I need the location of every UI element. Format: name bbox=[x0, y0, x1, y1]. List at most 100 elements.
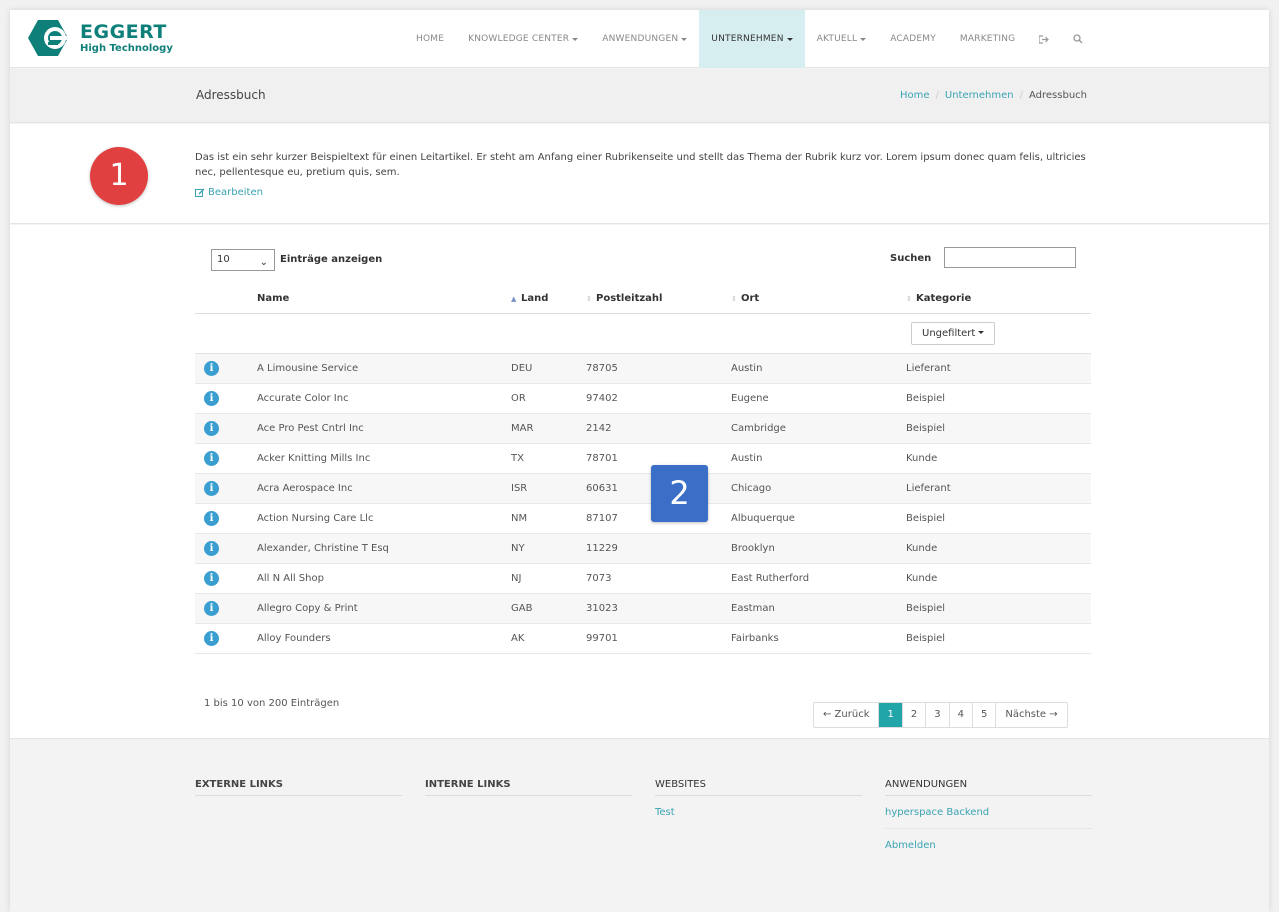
table-row[interactable]: i Action Nursing Care Llc NM 87107 Albuquerq… bbox=[195, 503, 1091, 534]
pagination-page-3[interactable]: 3 bbox=[926, 703, 950, 727]
sign-out-button[interactable] bbox=[1027, 10, 1061, 68]
nav-anwendungen[interactable]: ANWENDUNGEN bbox=[590, 10, 699, 68]
search-label: Suchen bbox=[890, 253, 932, 264]
cell-plz: 7073 bbox=[586, 563, 731, 594]
nav-knowledge-center[interactable]: KNOWLEDGE CENTER bbox=[456, 10, 590, 68]
info-icon[interactable]: i bbox=[204, 390, 219, 406]
pagination-prev[interactable]: ← Zurück bbox=[814, 703, 880, 727]
nav-label: ACADEMY bbox=[890, 34, 936, 44]
cell-plz: 78705 bbox=[586, 353, 731, 384]
brand-name: EGGERT bbox=[80, 20, 167, 43]
cell-name: A Limousine Service bbox=[257, 353, 511, 384]
table-row[interactable]: i Alexander, Christine T Esq NY 11229 Brookl… bbox=[195, 533, 1091, 564]
info-icon[interactable]: i bbox=[204, 630, 219, 646]
table-row[interactable]: i Ace Pro Pest Cntrl Inc MAR 2142 Cambridge B… bbox=[195, 413, 1091, 444]
eggert-logo-icon bbox=[28, 18, 76, 58]
sort-icon: ⇕ bbox=[906, 295, 912, 304]
cell-ort: Cambridge bbox=[731, 413, 906, 444]
intro-text: Das ist ein sehr kurzer Beispieltext für… bbox=[195, 152, 1086, 178]
nav-aktuell[interactable]: AKTUELL bbox=[805, 10, 879, 68]
table-row[interactable]: i Allegro Copy & Print GAB 31023 Eastman Beis… bbox=[195, 593, 1091, 624]
footer-link-test[interactable]: Test bbox=[655, 796, 862, 828]
footer-link-hyperspace-backend[interactable]: hyperspace Backend bbox=[885, 796, 1092, 828]
cell-kategorie: Kunde bbox=[906, 533, 1091, 564]
info-icon[interactable]: i bbox=[204, 420, 219, 436]
info-cell: i bbox=[195, 443, 257, 474]
footer-heading: ANWENDUNGEN bbox=[885, 774, 1092, 796]
table-row[interactable]: i Alloy Founders AK 99701 Fairbanks Beispiel bbox=[195, 623, 1091, 654]
logo[interactable]: EGGERT High Technology bbox=[28, 18, 173, 58]
filter-row: Ungefiltert bbox=[195, 313, 1091, 354]
breadcrumb-home[interactable]: Home bbox=[900, 90, 930, 101]
cell-kategorie: Kunde bbox=[906, 563, 1091, 594]
table-row[interactable]: i Acker Knitting Mills Inc TX 78701 Austin Ku… bbox=[195, 443, 1091, 474]
pagination-page-5[interactable]: 5 bbox=[973, 703, 997, 727]
breadcrumb-unternehmen[interactable]: Unternehmen bbox=[945, 90, 1014, 101]
main-nav: HOME KNOWLEDGE CENTER ANWENDUNGEN UNTERN… bbox=[404, 10, 1095, 68]
chevron-down-icon: ⌄ bbox=[259, 257, 268, 268]
filter-cell bbox=[511, 313, 586, 354]
table-row[interactable]: i All N All Shop NJ 7073 East Rutherford Kund… bbox=[195, 563, 1091, 594]
nav-label: KNOWLEDGE CENTER bbox=[468, 34, 570, 44]
cell-kategorie: Lieferant bbox=[906, 353, 1091, 384]
nav-marketing[interactable]: MARKETING bbox=[948, 10, 1027, 68]
info-icon[interactable]: i bbox=[204, 450, 219, 466]
table-row[interactable]: i Accurate Color Inc OR 97402 Eugene Beispiel bbox=[195, 383, 1091, 414]
table-row[interactable]: i A Limousine Service DEU 78705 Austin Liefer… bbox=[195, 353, 1091, 384]
sort-icon: ⇕ bbox=[731, 295, 737, 304]
sort-asc-icon: ▲ bbox=[511, 295, 517, 304]
info-icon[interactable]: i bbox=[204, 360, 219, 376]
footer-heading: INTERNE LINKS bbox=[425, 774, 632, 796]
info-icon[interactable]: i bbox=[204, 510, 219, 526]
info-icon[interactable]: i bbox=[204, 600, 219, 616]
pagination-next[interactable]: Nächste → bbox=[996, 703, 1066, 727]
breadcrumb: Home / Unternehmen / Adressbuch bbox=[900, 90, 1087, 101]
search-input[interactable] bbox=[944, 247, 1076, 268]
annotation-badge-1: 1 bbox=[90, 147, 148, 205]
table-row[interactable]: i Acra Aerospace Inc ISR 60631 Chicago Liefer… bbox=[195, 473, 1091, 504]
edit-link[interactable]: Bearbeiten bbox=[195, 187, 263, 198]
column-header-ort[interactable]: ⇕ Ort bbox=[731, 285, 906, 314]
cell-ort: Brooklyn bbox=[731, 533, 906, 564]
filter-cell: Ungefiltert bbox=[906, 313, 1091, 354]
search-button[interactable] bbox=[1061, 10, 1095, 68]
annotation-badge-2: 2 bbox=[651, 465, 708, 522]
cell-land: OR bbox=[511, 383, 586, 414]
pagination: ← Zurück 1 2 3 4 5 Nächste → bbox=[813, 702, 1068, 728]
cell-plz: 11229 bbox=[586, 533, 731, 564]
info-icon[interactable]: i bbox=[204, 480, 219, 496]
nav-unternehmen[interactable]: UNTERNEHMEN bbox=[699, 10, 805, 68]
cell-plz: 31023 bbox=[586, 593, 731, 624]
pagination-page-4[interactable]: 4 bbox=[950, 703, 973, 727]
pagination-page-2[interactable]: 2 bbox=[903, 703, 927, 727]
column-label: Kategorie bbox=[916, 293, 972, 305]
info-icon[interactable]: i bbox=[204, 570, 219, 586]
footer-col-anwendungen: ANWENDUNGEN hyperspace Backend Abmelden bbox=[885, 774, 1092, 861]
info-icon[interactable]: i bbox=[204, 540, 219, 556]
nav-home[interactable]: HOME bbox=[404, 10, 456, 68]
footer-heading: WEBSITES bbox=[655, 774, 862, 796]
pagination-page-1[interactable]: 1 bbox=[879, 703, 903, 727]
cell-kategorie: Beispiel bbox=[906, 413, 1091, 444]
cell-ort: Albuquerque bbox=[731, 503, 906, 534]
info-cell: i bbox=[195, 383, 257, 414]
cell-name: Action Nursing Care Llc bbox=[257, 503, 511, 534]
column-header-kategorie[interactable]: ⇕ Kategorie bbox=[906, 285, 1091, 314]
footer-link-abmelden[interactable]: Abmelden bbox=[885, 828, 1092, 861]
cell-name: Ace Pro Pest Cntrl Inc bbox=[257, 413, 511, 444]
breadcrumb-separator: / bbox=[1019, 90, 1023, 101]
edit-icon bbox=[195, 188, 205, 197]
nav-academy[interactable]: ACADEMY bbox=[878, 10, 948, 68]
entries-length-select[interactable]: 10 ⌄ bbox=[211, 249, 275, 271]
page: EGGERT High Technology HOME KNOWLEDGE CE… bbox=[10, 10, 1269, 912]
column-header-name[interactable]: Name bbox=[257, 285, 511, 314]
cell-name: Acra Aerospace Inc bbox=[257, 473, 511, 504]
title-bar: Adressbuch Home / Unternehmen / Adressbu… bbox=[10, 69, 1269, 123]
column-header-plz[interactable]: ⇕ Postleitzahl bbox=[586, 285, 731, 314]
column-header-land[interactable]: ▲ Land bbox=[511, 285, 586, 314]
cell-name: All N All Shop bbox=[257, 563, 511, 594]
table-info: 1 bis 10 von 200 Einträgen bbox=[204, 698, 340, 709]
kategorie-filter-dropdown[interactable]: Ungefiltert bbox=[911, 321, 996, 345]
caret-down-icon bbox=[681, 37, 688, 41]
intro-section: 1 Das ist ein sehr kurzer Beispieltext f… bbox=[10, 124, 1269, 224]
